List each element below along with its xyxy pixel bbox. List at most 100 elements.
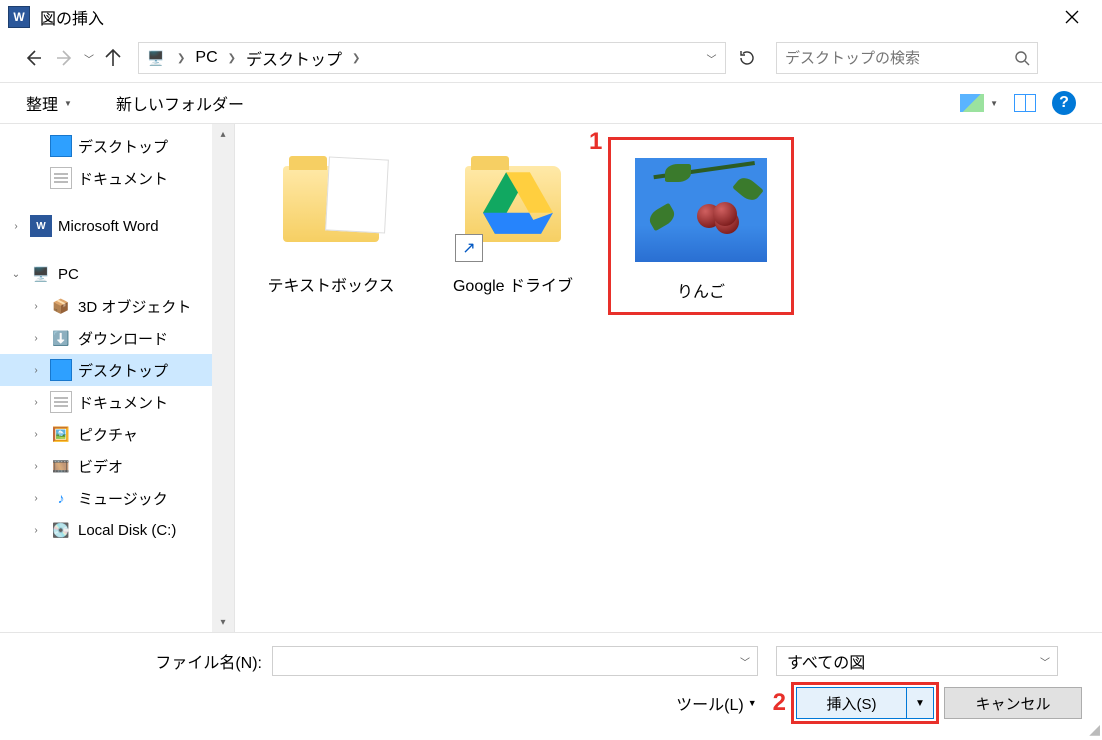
tree-item[interactable]: ›📦3D オブジェクト	[0, 290, 212, 322]
expand-icon[interactable]: ›	[8, 221, 24, 232]
tree-item[interactable]: › ドキュメント	[0, 386, 212, 418]
tree-item-label: Local Disk (C:)	[78, 522, 176, 539]
tree-item[interactable]: ドキュメント	[0, 162, 212, 194]
google-drive-icon	[483, 172, 553, 234]
filetype-value: すべての図	[777, 649, 1033, 673]
help-icon: ?	[1052, 91, 1076, 115]
expand-icon[interactable]: ⌄	[8, 269, 24, 280]
bottom-panel: ファイル名(N): ﹀ すべての図 ﹀ ツール(L) ▼ 2 挿入(S) ▼ キ…	[0, 632, 1102, 740]
help-button[interactable]: ?	[1044, 87, 1084, 119]
tree-item[interactable]: ⌄🖥️PC	[0, 258, 212, 290]
recent-locations-button[interactable]: ﹀	[84, 51, 94, 66]
navigation-pane: デスクトップドキュメント ›WMicrosoft Word ⌄🖥️PC›📦3D オブ…	[0, 124, 234, 632]
tree-item-label: 3D オブジェクト	[78, 296, 191, 317]
arrow-left-icon	[23, 48, 43, 68]
insert-button-main[interactable]: 挿入(S)	[797, 688, 907, 718]
expand-icon[interactable]: ›	[28, 333, 44, 344]
expand-icon[interactable]: ›	[28, 493, 44, 504]
address-root[interactable]: 🖥️	[139, 43, 173, 73]
breadcrumb-sep-icon[interactable]: ❯	[224, 53, 240, 64]
chevron-down-icon: ▼	[64, 99, 72, 108]
navigation-row: ﹀ 🖥️ ❯ PC ❯ デスクトップ ❯ ﹀	[0, 34, 1102, 82]
insert-button[interactable]: 挿入(S) ▼	[796, 687, 934, 719]
tree-item-label: ダウンロード	[78, 328, 168, 349]
search-icon[interactable]	[1007, 50, 1037, 66]
title-bar: W 図の挿入	[0, 0, 1102, 34]
refresh-icon	[738, 49, 756, 67]
tree-item[interactable]: ›🎞️ビデオ	[0, 450, 212, 482]
chevron-down-icon: ▼	[990, 99, 998, 108]
folder-tree: デスクトップドキュメント ›WMicrosoft Word ⌄🖥️PC›📦3D オブ…	[0, 124, 212, 552]
preview-pane-button[interactable]	[1006, 90, 1044, 116]
window-title: 図の挿入	[40, 5, 104, 29]
expand-icon[interactable]: ›	[28, 525, 44, 536]
tree-item[interactable]: ›🖼️ピクチャ	[0, 418, 212, 450]
tree-item-label: ミュージック	[78, 488, 168, 509]
address-bar[interactable]: 🖥️ ❯ PC ❯ デスクトップ ❯ ﹀	[138, 42, 726, 74]
tree-item[interactable]: デスクトップ	[0, 130, 212, 162]
filename-combo[interactable]: ﹀	[272, 646, 758, 676]
tree-item[interactable]: ›♪ミュージック	[0, 482, 212, 514]
search-box[interactable]	[776, 42, 1038, 74]
breadcrumb-desktop[interactable]: デスクトップ	[240, 43, 348, 73]
expand-icon[interactable]: ›	[28, 429, 44, 440]
shortcut-arrow-icon: ↗	[455, 234, 483, 262]
item-label: テキストボックス	[267, 272, 394, 296]
breadcrumb-sep-icon[interactable]: ❯	[348, 53, 364, 64]
tree-item[interactable]: ›WMicrosoft Word	[0, 210, 212, 242]
resize-grip-icon[interactable]: ◢	[1086, 724, 1100, 738]
callout-2: 2	[773, 689, 786, 717]
search-input[interactable]	[777, 43, 1007, 73]
insert-button-dropdown[interactable]: ▼	[907, 698, 933, 709]
tree-item-label: Microsoft Word	[58, 218, 159, 235]
tree-item[interactable]: ›⬇️ダウンロード	[0, 322, 212, 354]
expand-icon[interactable]: ›	[28, 461, 44, 472]
organize-menu[interactable]: 整理▼	[18, 87, 80, 119]
shortcut-item[interactable]: ↗ Google ドライブ	[433, 144, 593, 296]
filename-label: ファイル名(N):	[0, 649, 272, 673]
file-list[interactable]: テキストボックス ↗ Google ドライブ 1	[234, 124, 1102, 632]
nav-scrollbar[interactable]: ▴ ▾	[212, 124, 234, 632]
tree-item-label: デスクトップ	[78, 136, 168, 157]
tree-item-label: ドキュメント	[78, 168, 168, 189]
item-label: りんご	[677, 278, 725, 302]
dialog-body: デスクトップドキュメント ›WMicrosoft Word ⌄🖥️PC›📦3D オブ…	[0, 124, 1102, 632]
image-item-selected[interactable]: 1 りんご	[615, 144, 787, 308]
filetype-combo[interactable]: すべての図 ﹀	[776, 646, 1058, 676]
pc-icon: 🖥️	[145, 47, 167, 69]
back-button[interactable]	[20, 45, 46, 71]
close-button[interactable]	[1050, 2, 1094, 32]
command-bar: 整理▼ 新しいフォルダー ▼ ?	[0, 82, 1102, 124]
tree-item-label: ピクチャ	[78, 424, 138, 445]
up-button[interactable]	[100, 45, 126, 71]
expand-icon[interactable]: ›	[28, 301, 44, 312]
item-label: Google ドライブ	[453, 272, 573, 296]
breadcrumb-pc[interactable]: PC	[189, 43, 223, 73]
image-thumbnail	[635, 150, 767, 270]
tree-item-label: ドキュメント	[78, 392, 168, 413]
folder-thumbnail	[265, 144, 397, 264]
cancel-button[interactable]: キャンセル	[944, 687, 1082, 719]
tree-item[interactable]: ›デスクトップ	[0, 354, 212, 386]
word-app-icon: W	[8, 6, 30, 28]
scroll-down-icon[interactable]: ▾	[212, 612, 234, 632]
new-folder-button[interactable]: 新しいフォルダー	[108, 87, 252, 119]
view-menu[interactable]: ▼	[952, 90, 1006, 116]
refresh-button[interactable]	[732, 42, 762, 74]
forward-button[interactable]	[52, 45, 78, 71]
tools-menu[interactable]: ツール(L) ▼	[676, 691, 762, 715]
gdrive-thumbnail: ↗	[447, 144, 579, 264]
folder-item[interactable]: テキストボックス	[251, 144, 411, 296]
arrow-up-icon	[103, 48, 123, 68]
callout-1: 1	[589, 128, 602, 156]
chevron-down-icon[interactable]: ﹀	[1033, 654, 1057, 669]
expand-icon[interactable]: ›	[28, 365, 44, 376]
breadcrumb-sep-icon[interactable]: ❯	[173, 53, 189, 64]
scroll-up-icon[interactable]: ▴	[212, 124, 234, 144]
address-dropdown[interactable]: ﹀	[697, 43, 725, 73]
chevron-down-icon[interactable]: ﹀	[733, 654, 757, 669]
chevron-down-icon: ▼	[748, 698, 757, 708]
close-icon	[1065, 10, 1079, 24]
expand-icon[interactable]: ›	[28, 397, 44, 408]
tree-item[interactable]: ›💽Local Disk (C:)	[0, 514, 212, 546]
